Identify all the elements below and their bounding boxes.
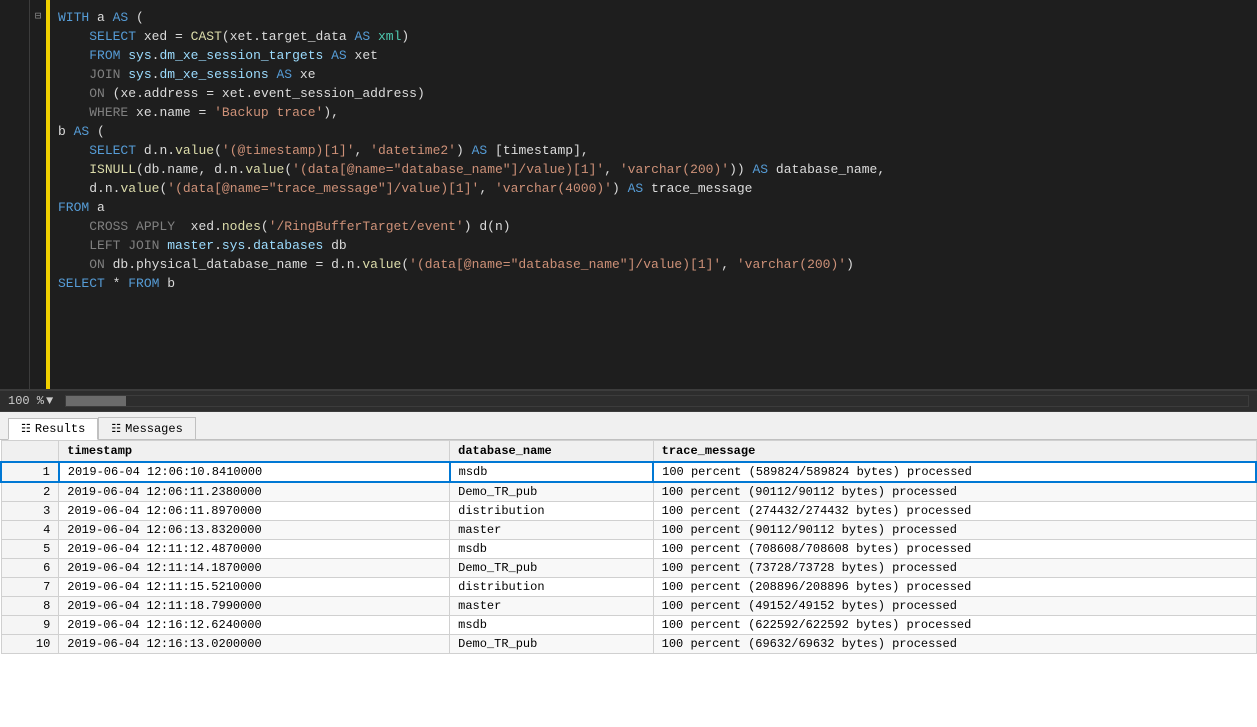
zoom-display: 100 % ▼: [8, 394, 53, 408]
row-number-cell: 6: [1, 559, 59, 578]
row-number-cell: 10: [1, 635, 59, 654]
results-table-wrapper[interactable]: timestamp database_name trace_message 12…: [0, 440, 1257, 727]
code-content[interactable]: WITH a AS ( SELECT xed = CAST(xet.target…: [50, 0, 1257, 389]
cell-database_name: Demo_TR_pub: [450, 635, 654, 654]
horizontal-scrollbar[interactable]: [65, 395, 1249, 407]
sql-editor[interactable]: ⊟ WITH a AS ( SELECT xed = CAST(xet.targ…: [0, 0, 1257, 390]
cell-trace_message: 100 percent (589824/589824 bytes) proces…: [653, 462, 1256, 482]
results-table: timestamp database_name trace_message 12…: [0, 440, 1257, 654]
table-row: 92019-06-04 12:16:12.6240000msdb100 perc…: [1, 616, 1256, 635]
cell-timestamp: 2019-06-04 12:16:12.6240000: [59, 616, 450, 635]
cell-trace_message: 100 percent (49152/49152 bytes) processe…: [653, 597, 1256, 616]
table-row: 102019-06-04 12:16:13.0200000Demo_TR_pub…: [1, 635, 1256, 654]
table-row: 42019-06-04 12:06:13.8320000master100 pe…: [1, 521, 1256, 540]
cell-trace_message: 100 percent (90112/90112 bytes) processe…: [653, 521, 1256, 540]
messages-icon: ☷: [111, 422, 121, 436]
table-header-row: timestamp database_name trace_message: [1, 441, 1256, 463]
cell-database_name: Demo_TR_pub: [450, 559, 654, 578]
results-tab-label: Results: [35, 422, 85, 436]
collapse-gutter: ⊟: [30, 0, 46, 389]
col-database-name: database_name: [450, 441, 654, 463]
table-row: 52019-06-04 12:11:12.4870000msdb100 perc…: [1, 540, 1256, 559]
row-number-cell: 1: [1, 462, 59, 482]
results-area: ☷ Results ☷ Messages timestamp database_…: [0, 412, 1257, 727]
cell-trace_message: 100 percent (708608/708608 bytes) proces…: [653, 540, 1256, 559]
cell-timestamp: 2019-06-04 12:06:11.8970000: [59, 502, 450, 521]
col-timestamp: timestamp: [59, 441, 450, 463]
row-number-cell: 7: [1, 578, 59, 597]
cell-trace_message: 100 percent (69632/69632 bytes) processe…: [653, 635, 1256, 654]
cell-database_name: Demo_TR_pub: [450, 482, 654, 502]
cell-timestamp: 2019-06-04 12:11:18.7990000: [59, 597, 450, 616]
results-tabs: ☷ Results ☷ Messages: [0, 412, 1257, 440]
cell-trace_message: 100 percent (274432/274432 bytes) proces…: [653, 502, 1256, 521]
scrollbar-thumb[interactable]: [66, 396, 126, 406]
results-grid-icon: ☷: [21, 422, 31, 436]
cell-timestamp: 2019-06-04 12:06:11.2380000: [59, 482, 450, 502]
messages-tab-label: Messages: [125, 422, 183, 436]
table-body: 12019-06-04 12:06:10.8410000msdb100 perc…: [1, 462, 1256, 654]
cell-timestamp: 2019-06-04 12:11:12.4870000: [59, 540, 450, 559]
cell-timestamp: 2019-06-04 12:16:13.0200000: [59, 635, 450, 654]
cell-database_name: msdb: [450, 540, 654, 559]
col-trace-message: trace_message: [653, 441, 1256, 463]
row-number-cell: 8: [1, 597, 59, 616]
cell-timestamp: 2019-06-04 12:06:10.8410000: [59, 462, 450, 482]
row-number-cell: 5: [1, 540, 59, 559]
cell-trace_message: 100 percent (208896/208896 bytes) proces…: [653, 578, 1256, 597]
cell-timestamp: 2019-06-04 12:11:14.1870000: [59, 559, 450, 578]
cell-database_name: distribution: [450, 578, 654, 597]
tab-results[interactable]: ☷ Results: [8, 418, 98, 440]
tab-messages[interactable]: ☷ Messages: [98, 417, 195, 439]
cell-trace_message: 100 percent (622592/622592 bytes) proces…: [653, 616, 1256, 635]
zoom-dropdown-icon[interactable]: ▼: [46, 394, 53, 408]
cell-timestamp: 2019-06-04 12:06:13.8320000: [59, 521, 450, 540]
table-row: 62019-06-04 12:11:14.1870000Demo_TR_pub1…: [1, 559, 1256, 578]
table-row: 72019-06-04 12:11:15.5210000distribution…: [1, 578, 1256, 597]
table-row: 12019-06-04 12:06:10.8410000msdb100 perc…: [1, 462, 1256, 482]
cell-database_name: master: [450, 521, 654, 540]
table-row: 82019-06-04 12:11:18.7990000master100 pe…: [1, 597, 1256, 616]
status-bar: 100 % ▼: [0, 390, 1257, 412]
line-numbers: [0, 0, 30, 389]
row-number-cell: 4: [1, 521, 59, 540]
cell-trace_message: 100 percent (73728/73728 bytes) processe…: [653, 559, 1256, 578]
row-number-cell: 3: [1, 502, 59, 521]
col-rownum: [1, 441, 59, 463]
row-number-cell: 2: [1, 482, 59, 502]
cell-timestamp: 2019-06-04 12:11:15.5210000: [59, 578, 450, 597]
cell-database_name: msdb: [450, 462, 654, 482]
zoom-label: 100 %: [8, 394, 44, 408]
cell-database_name: distribution: [450, 502, 654, 521]
cell-database_name: master: [450, 597, 654, 616]
row-number-cell: 9: [1, 616, 59, 635]
cell-database_name: msdb: [450, 616, 654, 635]
table-row: 22019-06-04 12:06:11.2380000Demo_TR_pub1…: [1, 482, 1256, 502]
table-row: 32019-06-04 12:06:11.8970000distribution…: [1, 502, 1256, 521]
cell-trace_message: 100 percent (90112/90112 bytes) processe…: [653, 482, 1256, 502]
